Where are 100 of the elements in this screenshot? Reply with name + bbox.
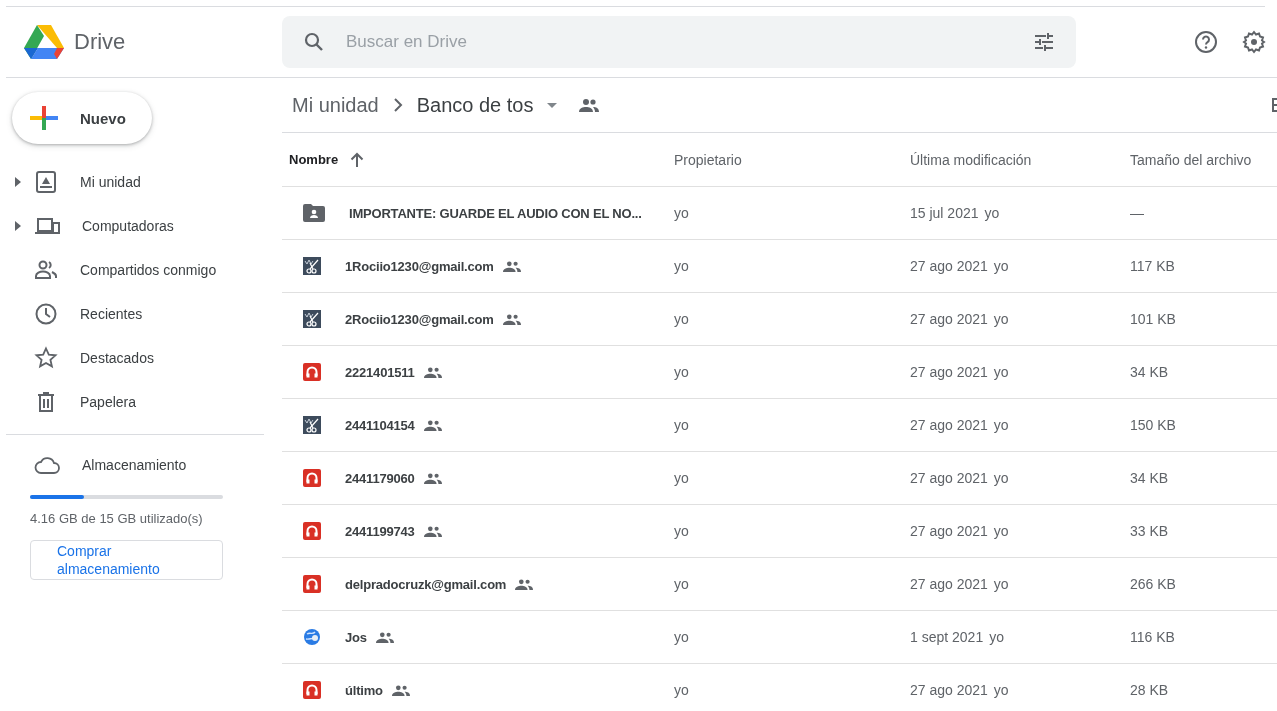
owner-cell: yo	[674, 576, 689, 592]
modified-by: yo	[993, 364, 1009, 380]
column-header[interactable]: Última modificación	[910, 151, 1032, 168]
expand-arrow-icon[interactable]	[15, 177, 21, 187]
file-size: 101 KB	[1130, 311, 1176, 327]
owner-cell: yo	[674, 364, 689, 380]
shared-icon	[423, 419, 442, 431]
sidebar-item[interactable]: Papelera	[6, 380, 264, 424]
search-field[interactable]: Buscar en Drive	[344, 31, 1032, 53]
breadcrumb-item[interactable]: Mi unidad	[292, 93, 379, 117]
file-size: 34 KB	[1130, 364, 1169, 380]
headphones-icon	[303, 575, 321, 593]
scissors-icon	[303, 416, 321, 434]
expand-arrow-icon[interactable]	[15, 221, 21, 231]
storage-link[interactable]: Almacenamiento	[6, 443, 264, 487]
file-row[interactable]: IMPORTANTE: GUARDE EL AUDIO CON EL NO... yo 15 jul 2021 yo —	[282, 187, 1277, 240]
sidebar-item[interactable]: Computadoras	[6, 204, 264, 248]
headphones-icon	[303, 522, 321, 540]
file-name: Jos	[345, 629, 367, 645]
sidebar-item[interactable]: Mi unidad	[6, 160, 264, 204]
filter-icon[interactable]	[1032, 30, 1056, 54]
modified-by: yo	[993, 417, 1009, 433]
modified-by: yo	[993, 576, 1009, 592]
plus-icon	[30, 104, 58, 132]
file-row[interactable]: 2441104154 yo 27 ago 2021 yo 150 KB	[282, 399, 1277, 452]
file-size: 150 KB	[1130, 417, 1176, 433]
search-bar[interactable]: Buscar en Drive	[282, 16, 1076, 68]
file-size: 34 KB	[1130, 470, 1169, 486]
storage-usage: 4.16 GB de 15 GB utilizado(s)	[30, 511, 204, 526]
cloud-icon	[34, 455, 60, 475]
clock-icon	[34, 302, 58, 326]
shared-icon	[579, 98, 600, 112]
shared-icon	[423, 525, 442, 537]
shared-icon	[502, 313, 521, 325]
headphones-icon	[303, 681, 321, 699]
sort-arrow-icon[interactable]	[350, 151, 365, 168]
owner-cell: yo	[674, 417, 689, 433]
owner-cell: yo	[674, 682, 689, 698]
modified-by: yo	[993, 523, 1009, 539]
shared-folder-icon	[303, 204, 325, 222]
file-name: último	[345, 682, 383, 698]
file-row[interactable]: delpradocruzk@gmail.com yo 27 ago 2021 yo 266 KB	[282, 558, 1277, 611]
file-size: 116 KB	[1130, 629, 1175, 645]
caret-icon[interactable]	[547, 102, 558, 108]
file-size: —	[1130, 205, 1144, 221]
column-header[interactable]: Nombre	[289, 152, 339, 167]
modified-date: 27 ago 2021	[910, 417, 988, 433]
modified-by: yo	[993, 311, 1009, 327]
settings-icon[interactable]	[1242, 30, 1266, 54]
column-header[interactable]: Tamaño del archivo	[1130, 151, 1252, 168]
drive-icon	[34, 170, 58, 194]
file-size: 117 KB	[1130, 258, 1175, 274]
shared-icon	[423, 472, 442, 484]
sidebar-item[interactable]: Compartidos conmigo	[6, 248, 264, 292]
modified-date: 27 ago 2021	[910, 470, 988, 486]
modified-date: 27 ago 2021	[910, 576, 988, 592]
modified-by: yo	[989, 629, 1004, 645]
shared-icon	[423, 366, 442, 378]
buy-storage-button[interactable]: Comprar almacenamiento	[30, 540, 223, 580]
modified-date: 27 ago 2021	[910, 523, 988, 539]
modified-date: 27 ago 2021	[910, 258, 988, 274]
headphones-icon	[303, 363, 321, 381]
owner-cell: yo	[674, 258, 689, 274]
file-name: 1Rociio1230@gmail.com	[345, 258, 494, 274]
modified-by: yo	[993, 470, 1009, 486]
modified-date: 27 ago 2021	[910, 311, 988, 327]
chevron-icon	[392, 97, 403, 113]
modified-date: 1 sept 2021	[910, 629, 984, 645]
owner-cell: yo	[674, 205, 689, 221]
owner-cell: yo	[674, 470, 689, 486]
file-size: 266 KB	[1130, 576, 1176, 592]
headphones-icon	[303, 469, 321, 487]
file-name: 2Rociio1230@gmail.com	[345, 311, 494, 327]
file-name: 2221401511	[345, 364, 415, 380]
file-name: delpradocruzk@gmail.com	[345, 576, 507, 592]
file-name: IMPORTANTE: GUARDE EL AUDIO CON EL NO...	[349, 205, 642, 221]
file-row[interactable]: 2441179060 yo 27 ago 2021 yo 34 KB	[282, 452, 1277, 505]
scissors-icon	[303, 310, 321, 328]
owner-cell: yo	[674, 523, 689, 539]
modified-date: 27 ago 2021	[910, 364, 988, 380]
file-row[interactable]: 1Rociio1230@gmail.com yo 27 ago 2021 yo 117 KB	[282, 240, 1277, 293]
file-name: 2441179060	[345, 470, 415, 486]
breadcrumb-item[interactable]: Banco de tos	[416, 93, 534, 117]
people-icon	[34, 258, 58, 282]
file-row[interactable]: último yo 27 ago 2021 yo 28 KB	[282, 664, 1277, 711]
shared-icon	[391, 684, 410, 696]
file-row[interactable]: 2441199743 yo 27 ago 2021 yo 33 KB	[282, 505, 1277, 558]
file-row[interactable]: 2Rociio1230@gmail.com yo 27 ago 2021 yo 101 KB	[282, 293, 1277, 346]
modified-date: 27 ago 2021	[910, 682, 988, 698]
sidebar-item[interactable]: Recientes	[6, 292, 264, 336]
file-row[interactable]: 2221401511 yo 27 ago 2021 yo 34 KB	[282, 346, 1277, 399]
drive-logo-icon	[24, 24, 64, 60]
file-row[interactable]: Jos yo 1 sept 2021 yo 116 KB	[282, 611, 1277, 664]
star-icon	[34, 346, 58, 370]
file-name: 2441199743	[345, 523, 415, 539]
help-icon[interactable]	[1194, 30, 1218, 54]
new-button[interactable]: Nuevo	[12, 92, 152, 144]
column-header[interactable]: Propietario	[674, 151, 742, 168]
shared-icon	[502, 260, 521, 272]
sidebar-item[interactable]: Destacados	[6, 336, 264, 380]
